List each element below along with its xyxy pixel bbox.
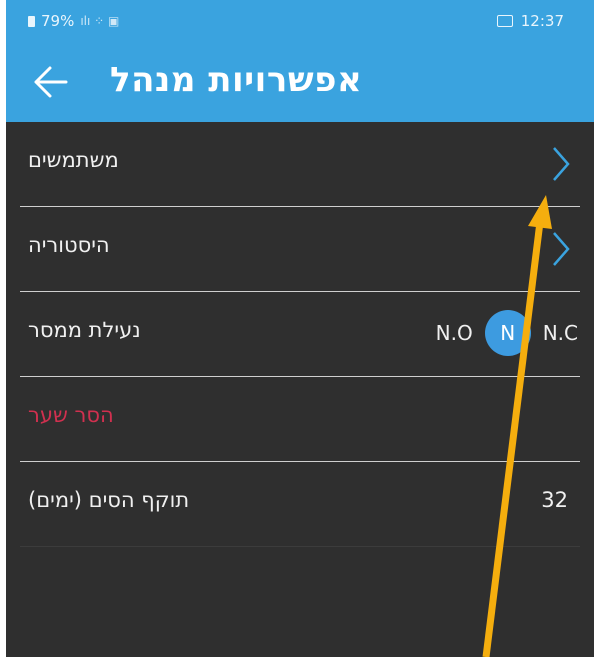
- signal-icons: ılı ⁘ ▣: [80, 14, 120, 28]
- users-row[interactable]: משתמשים: [20, 122, 580, 207]
- phone-screen: 79% ılı ⁘ ▣ 12:37 אפשרויות מנהל משתמשים …: [6, 0, 594, 657]
- battery-icon: [28, 15, 35, 27]
- sim-validity-value[interactable]: 32: [541, 488, 568, 512]
- status-right: 12:37: [496, 12, 564, 30]
- status-bar: 79% ılı ⁘ ▣ 12:37: [6, 0, 594, 42]
- sim-validity-label: תוקף הסים (ימים): [28, 488, 190, 512]
- clock: 12:37: [520, 12, 564, 30]
- battery-level: 79%: [41, 12, 75, 30]
- remove-gate-label[interactable]: הסר שער: [28, 403, 114, 427]
- page-title: אפשרויות מנהל: [110, 60, 363, 100]
- app-bar: אפשרויות מנהל: [6, 42, 594, 122]
- settings-list: משתמשים היסטוריה נעילת ממסר N.O N N.C הס…: [6, 122, 594, 547]
- relay-option-nc[interactable]: N.C: [543, 321, 578, 345]
- history-label: היסטוריה: [28, 233, 110, 257]
- relay-toggle-knob[interactable]: N: [484, 310, 531, 356]
- relay-mode-toggle[interactable]: N.O N N.C: [436, 310, 578, 356]
- chevron-right-icon[interactable]: [548, 229, 574, 269]
- gallery-icon: [496, 15, 513, 27]
- relay-lock-row: נעילת ממסר N.O N N.C: [20, 292, 580, 377]
- relay-lock-label: נעילת ממסר: [28, 318, 141, 342]
- chevron-right-icon[interactable]: [548, 144, 574, 184]
- relay-option-no[interactable]: N.O: [436, 321, 473, 345]
- status-left: 79% ılı ⁘ ▣: [28, 12, 119, 30]
- sim-validity-row[interactable]: תוקף הסים (ימים) 32: [20, 462, 580, 547]
- history-row[interactable]: היסטוריה: [20, 207, 580, 292]
- remove-gate-row[interactable]: הסר שער: [20, 377, 580, 462]
- back-arrow-icon[interactable]: [32, 64, 70, 100]
- users-label: משתמשים: [28, 148, 119, 172]
